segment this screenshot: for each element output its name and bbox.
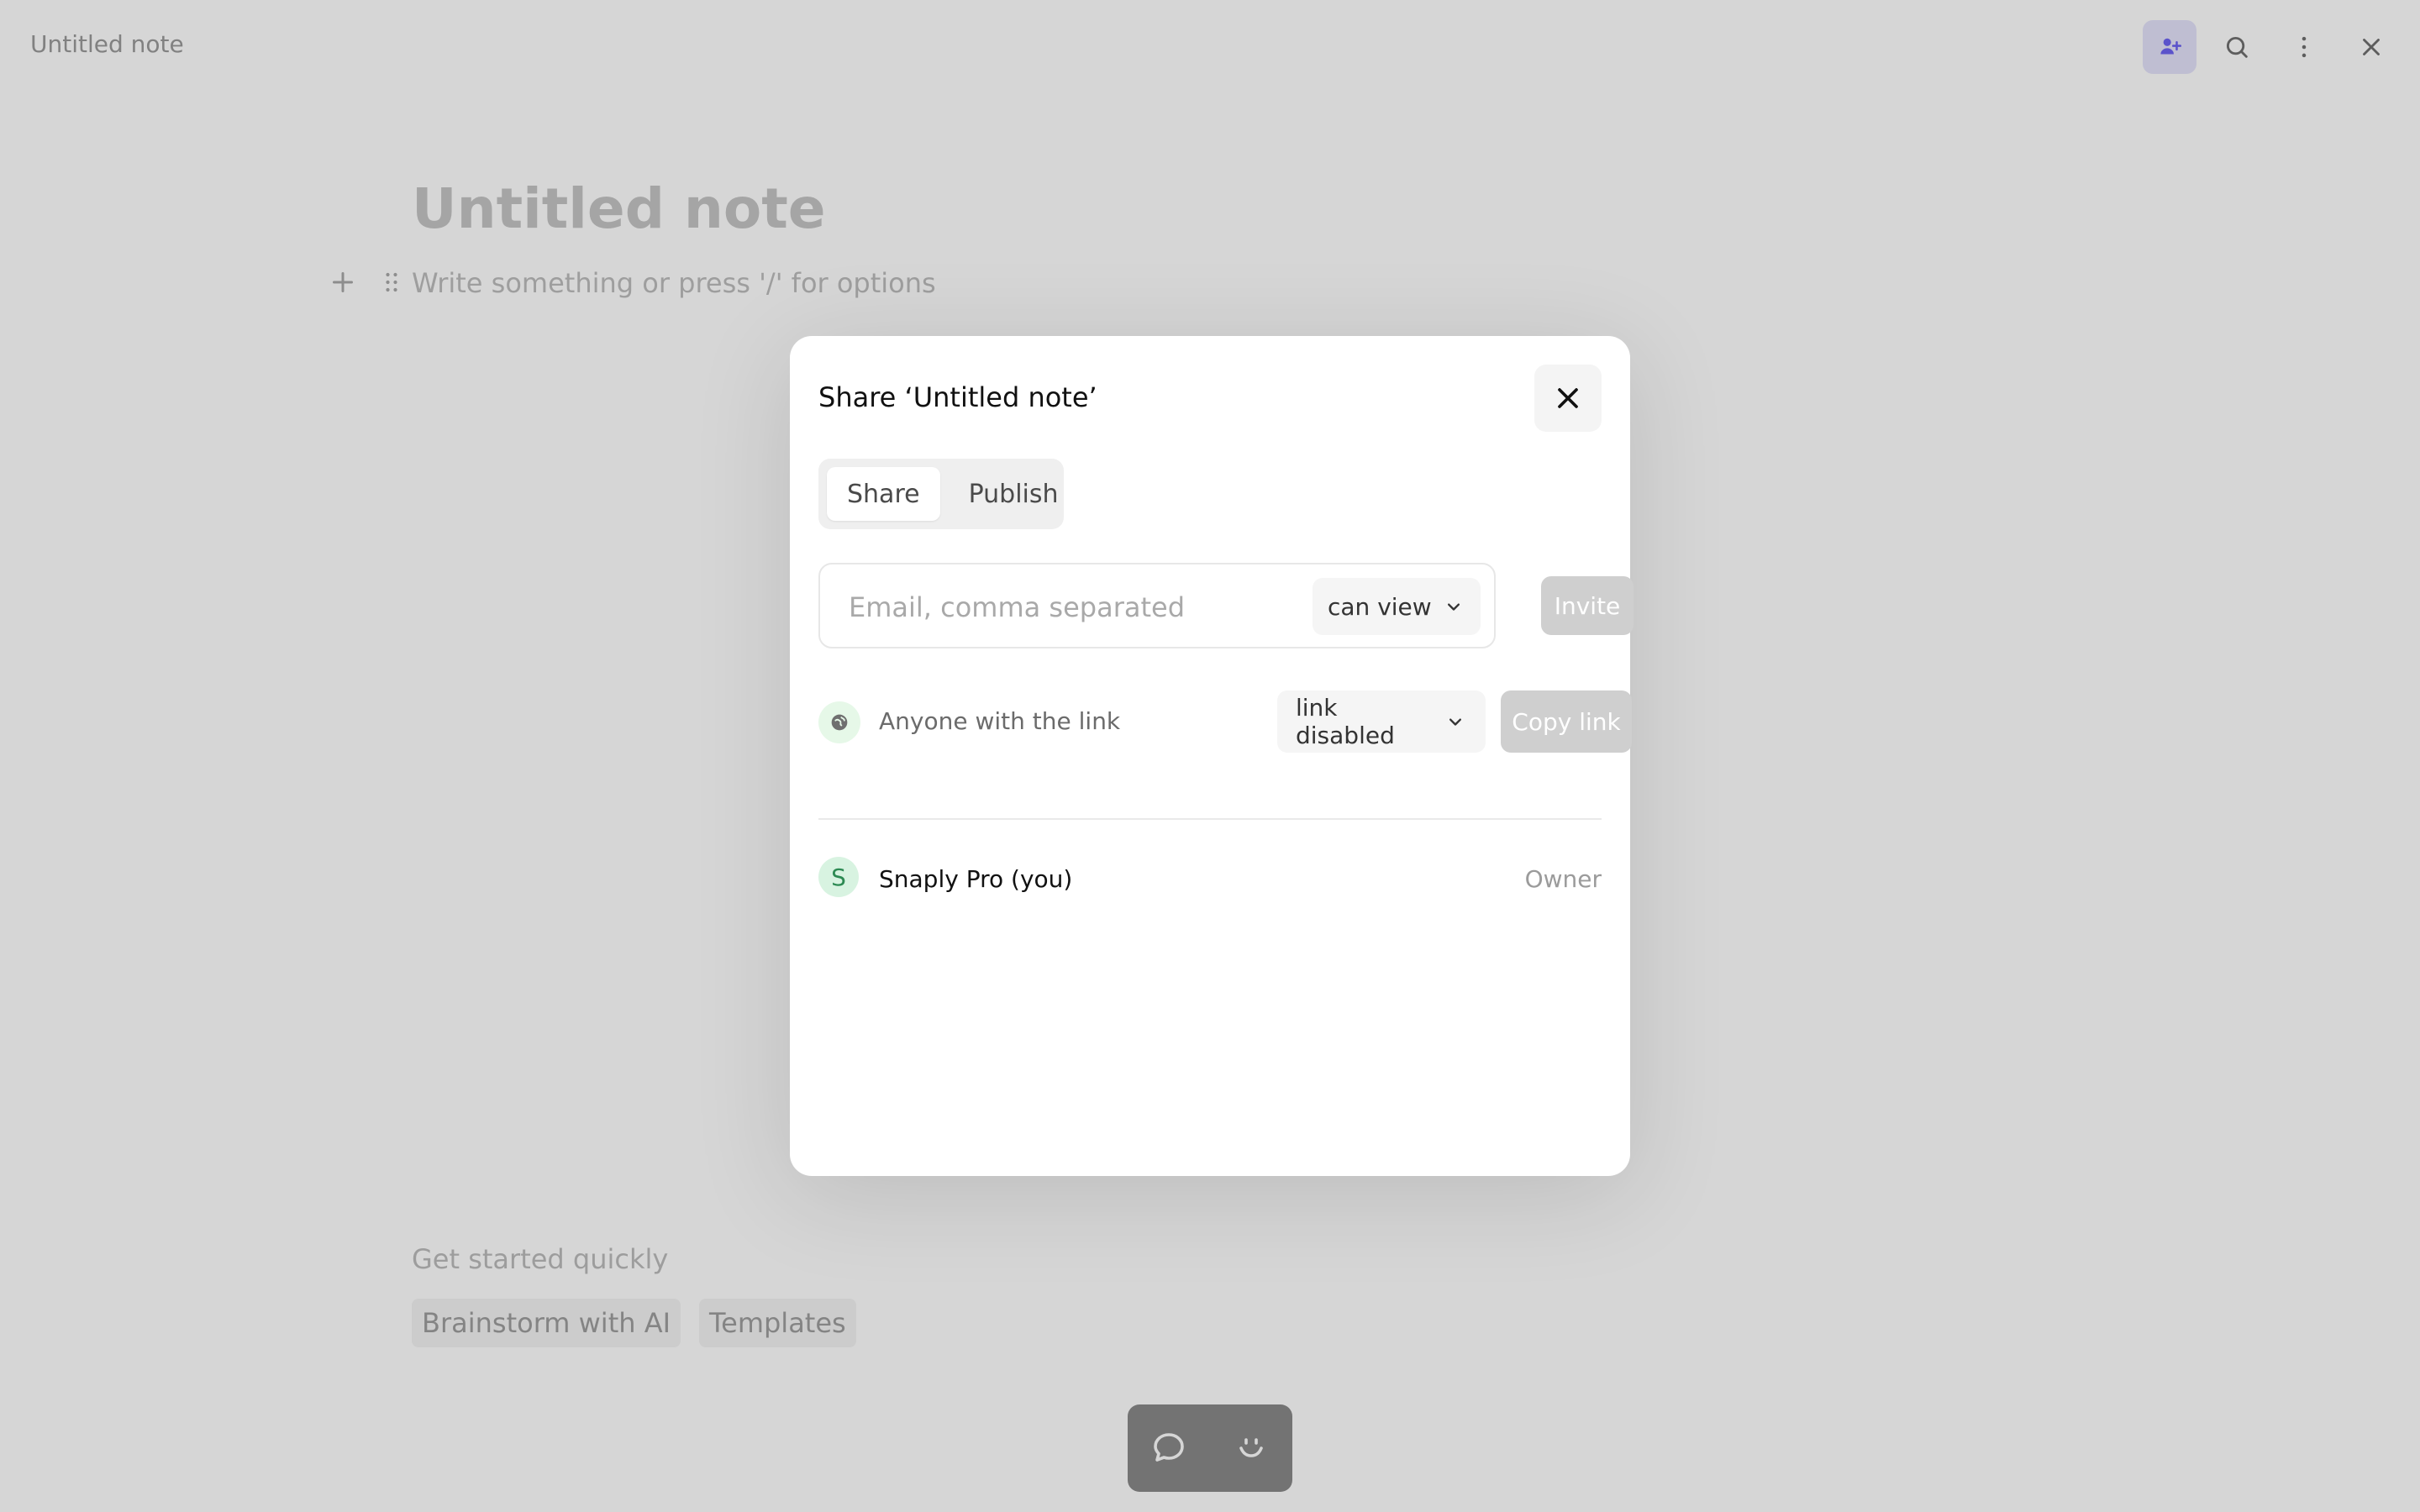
link-access-status: link disabled bbox=[1296, 694, 1395, 749]
dialog-close-button[interactable] bbox=[1534, 365, 1602, 432]
copy-link-button[interactable]: Copy link bbox=[1501, 690, 1632, 753]
invite-row: can view Invite bbox=[818, 563, 1634, 648]
share-dialog: Share ‘Untitled note’ Share Publish can … bbox=[790, 336, 1634, 1176]
divider bbox=[818, 818, 1602, 820]
link-access-label: Anyone with the link bbox=[879, 707, 1121, 735]
tab-publish[interactable]: Publish bbox=[949, 467, 1079, 521]
avatar: S bbox=[818, 857, 859, 897]
member-role: Owner bbox=[1524, 865, 1602, 893]
app: Untitled note Untitled note Write someth… bbox=[0, 0, 2420, 1512]
permission-select[interactable]: can view bbox=[1313, 578, 1481, 635]
globe-icon bbox=[818, 701, 860, 743]
member-name: Snaply Pro (you) bbox=[879, 865, 1073, 893]
member-row: S Snaply Pro (you) Owner bbox=[818, 857, 1602, 900]
dialog-tabs: Share Publish bbox=[818, 459, 1064, 529]
email-input[interactable] bbox=[847, 586, 1287, 628]
link-row: Anyone with the link link disabled Copy … bbox=[818, 689, 1632, 756]
dialog-title: Share ‘Untitled note’ bbox=[818, 381, 1097, 413]
chevron-down-icon bbox=[1448, 603, 1460, 611]
tab-share[interactable]: Share bbox=[827, 467, 940, 521]
permission-label: can view bbox=[1328, 592, 1432, 621]
link-access-select[interactable]: link disabled bbox=[1277, 690, 1486, 753]
email-box: can view bbox=[818, 563, 1496, 648]
chevron-down-icon bbox=[1449, 718, 1462, 726]
invite-button[interactable]: Invite bbox=[1541, 576, 1634, 635]
close-icon bbox=[1558, 388, 1578, 408]
